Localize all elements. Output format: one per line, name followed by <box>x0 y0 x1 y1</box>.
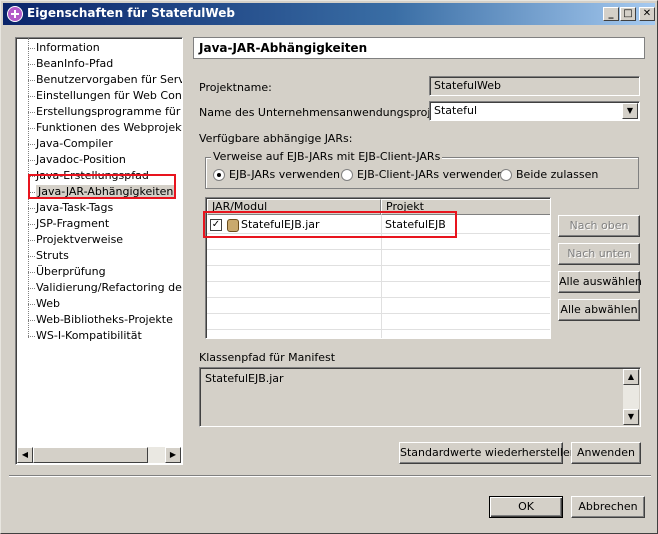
row-divider <box>207 313 550 314</box>
tree-item-label: Validierung/Refactoring der Lir <box>36 281 182 294</box>
tree-item-label: JSP-Fragment <box>36 217 110 230</box>
manifest-label: Klassenpfad für Manifest <box>199 351 336 364</box>
select-all-button[interactable]: Alle auswählen <box>558 271 642 293</box>
apply-button[interactable]: Anwenden <box>571 442 641 464</box>
separator <box>9 475 651 477</box>
tree-item[interactable]: Validierung/Refactoring der Lir <box>28 280 182 296</box>
row-divider <box>207 329 550 330</box>
scroll-right-arrow-icon[interactable]: ▶ <box>165 447 181 463</box>
jar-file-icon <box>227 219 239 232</box>
ear-project-value: Stateful <box>434 104 478 117</box>
tree-item-label: Java-Erstellungspfad <box>36 169 149 182</box>
tree-item-label: Erstellungsprogramme für exte <box>36 105 182 118</box>
project-name-field: StatefulWeb <box>429 76 640 96</box>
ok-button[interactable]: OK <box>489 496 563 518</box>
row-divider <box>207 265 550 266</box>
window-title: Eigenschaften für StatefulWeb <box>27 6 235 20</box>
tree-item-label: Java-JAR-Abhängigkeiten <box>36 185 176 198</box>
tree-item[interactable]: Javadoc-Position <box>28 152 126 168</box>
tree-item-label: WS-I-Kompatibilität <box>36 329 142 342</box>
tree-item[interactable]: Web <box>28 296 60 312</box>
move-down-button[interactable]: Nach unten <box>558 243 640 265</box>
maximize-button[interactable]: □ <box>620 7 636 21</box>
chevron-down-icon[interactable]: ▼ <box>622 103 638 119</box>
radio-unselected-icon <box>500 169 512 181</box>
tree-connector <box>28 38 29 338</box>
page-title: Java-JAR-Abhängigkeiten <box>193 37 645 59</box>
row-divider <box>207 297 550 298</box>
tree-item[interactable]: Überprüfung <box>28 264 106 280</box>
tree-item[interactable]: Java-JAR-Abhängigkeiten <box>27 184 176 200</box>
radio-allow-both[interactable]: Beide zulassen <box>500 168 598 182</box>
ear-project-select[interactable]: Stateful ▼ <box>429 101 640 121</box>
tree-item-label: Web <box>36 297 60 310</box>
reference-group-title: Verweise auf EJB-JARs mit EJB-Client-JAR… <box>211 150 443 163</box>
column-header-project[interactable]: Projekt <box>381 199 550 215</box>
tree-item-label: Javadoc-Position <box>36 153 126 166</box>
scroll-up-arrow-icon[interactable]: ▲ <box>623 369 639 385</box>
project-cell: StatefulEJB <box>385 218 446 231</box>
tree-item-label: Einstellungen für Web Content <box>36 89 182 102</box>
tree-item-label: BeanInfo-Pfad <box>36 57 114 70</box>
tree-item[interactable]: BeanInfo-Pfad <box>27 56 114 72</box>
jar-name-cell: StatefulEJB.jar <box>241 218 320 231</box>
tree-item[interactable]: JSP-Fragment <box>27 216 110 232</box>
tree-item-label: Web-Bibliotheks-Projekte <box>36 313 173 326</box>
tree-item[interactable]: Java-Erstellungspfad <box>28 168 149 184</box>
manifest-classpath-value: StatefulEJB.jar <box>205 372 284 385</box>
row-divider <box>207 249 550 250</box>
radio-selected-icon <box>213 169 225 181</box>
tree-item-label: Java-Compiler <box>36 137 113 150</box>
tree-item-label: Information <box>36 41 100 54</box>
row-divider <box>207 233 550 234</box>
tree-item[interactable]: Information <box>28 40 100 56</box>
scroll-thumb[interactable] <box>33 447 148 463</box>
minimize-button[interactable]: _ <box>603 7 619 21</box>
restore-defaults-button[interactable]: Standardwerte wiederherstellen <box>399 442 577 464</box>
radio-allow-both-label: Beide zulassen <box>516 168 599 181</box>
property-tree[interactable]: Information BeanInfo-Pfad Benutzervorgaben… <box>15 37 183 465</box>
tree-item[interactable]: Java-Compiler <box>28 136 113 152</box>
tree-item[interactable]: Einstellungen für Web Content <box>27 88 182 104</box>
ear-project-label: Name des Unternehmensanwendungsprojekts: <box>199 106 458 119</box>
row-divider <box>207 281 550 282</box>
tree-horizontal-scrollbar[interactable]: ◀ ▶ <box>17 447 181 463</box>
radio-ejb-client-jars[interactable]: EJB-Client-JARs verwenden <box>341 168 504 182</box>
tree-item[interactable]: Erstellungsprogramme für exte <box>27 104 182 120</box>
tree-item[interactable]: Web-Bibliotheks-Projekte <box>28 312 173 328</box>
title-bar[interactable]: Eigenschaften für StatefulWeb _ □ ✕ <box>3 3 655 25</box>
scroll-left-arrow-icon[interactable]: ◀ <box>17 447 33 463</box>
tree-item-label: Projektverweise <box>36 233 124 246</box>
tree-item[interactable]: Funktionen des Webprojekts <box>28 120 183 136</box>
project-name-label: Projektname: <box>199 81 272 94</box>
tree-item[interactable]: Projektverweise <box>27 232 124 248</box>
available-jars-label: Verfügbare abhängige JARs: <box>199 132 353 145</box>
radio-ejb-jars-label: EJB-JARs verwenden <box>229 168 341 181</box>
row-checkbox[interactable]: ✓ <box>210 219 222 231</box>
tree-item-label: Struts <box>36 249 69 262</box>
app-icon <box>7 6 23 22</box>
jar-table[interactable]: JAR/Modul Projekt ✓ StatefulEJB.jar Stat… <box>205 197 551 339</box>
radio-ejb-jars[interactable]: EJB-JARs verwenden <box>213 168 340 182</box>
tree-item-label: Benutzervorgaben für Server <box>36 73 183 86</box>
cancel-button[interactable]: Abbrechen <box>571 496 645 518</box>
tree-item[interactable]: Struts <box>28 248 69 264</box>
deselect-all-button[interactable]: Alle abwählen <box>558 299 640 321</box>
tree-item-label: Funktionen des Webprojekts <box>36 121 183 134</box>
move-up-button[interactable]: Nach oben <box>558 215 640 237</box>
tree-item-label: Java-Task-Tags <box>36 201 114 214</box>
radio-unselected-icon <box>341 169 353 181</box>
manifest-vertical-scrollbar[interactable]: ▲ ▼ <box>623 369 639 425</box>
radio-ejb-client-jars-label: EJB-Client-JARs verwenden <box>357 168 504 181</box>
column-header-jar[interactable]: JAR/Modul <box>207 199 381 215</box>
manifest-classpath-field[interactable]: StatefulEJB.jar ▲ ▼ <box>199 367 641 427</box>
scroll-down-arrow-icon[interactable]: ▼ <box>623 409 639 425</box>
tree-item-label: Überprüfung <box>36 265 106 278</box>
tree-item[interactable]: Benutzervorgaben für Server <box>27 72 183 88</box>
tree-item[interactable]: WS-I-Kompatibilität <box>28 328 142 344</box>
close-button[interactable]: ✕ <box>639 7 655 21</box>
tree-item[interactable]: Java-Task-Tags <box>27 200 114 216</box>
properties-window: Eigenschaften für StatefulWeb _ □ ✕ Info… <box>0 0 658 534</box>
